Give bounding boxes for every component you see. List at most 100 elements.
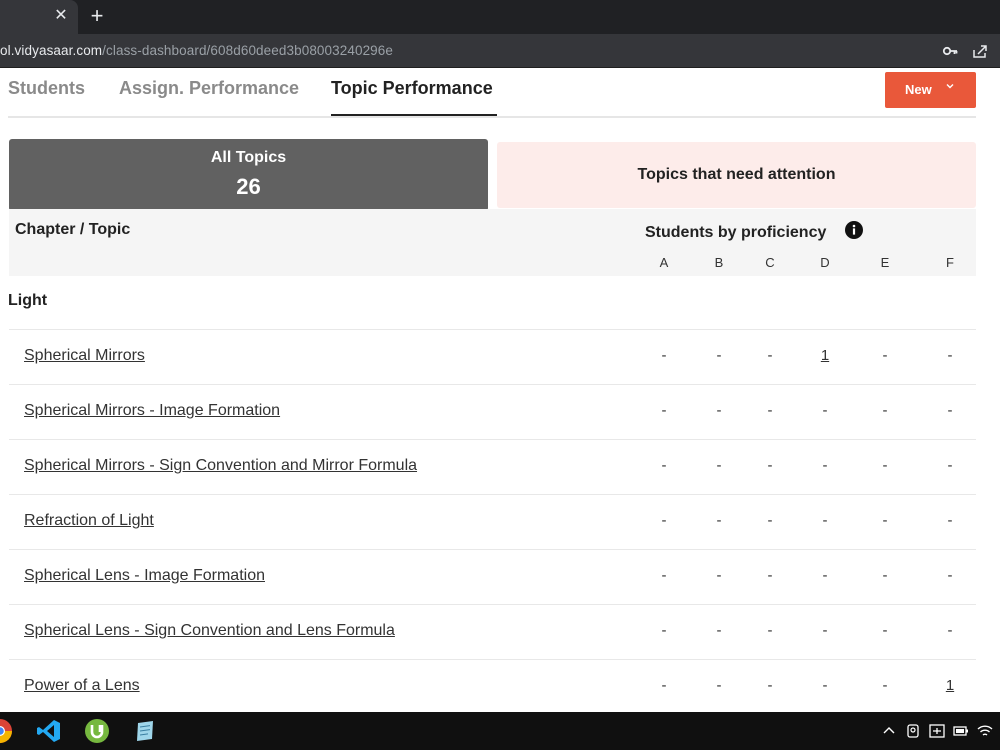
proficiency-cell-f: - [947, 512, 953, 529]
proficiency-cell-e: - [882, 512, 888, 529]
topic-link[interactable]: Spherical Mirrors [24, 347, 145, 365]
chrome-icon[interactable] [0, 717, 14, 745]
proficiency-cell-f[interactable]: 1 [940, 677, 960, 694]
new-button[interactable]: New [885, 72, 976, 108]
proficiency-cell-c: - [767, 567, 773, 584]
attention-label: Topics that need attention [637, 166, 836, 183]
address-bar: ol.vidyasaar.com/class-dashboard/608d60d… [0, 34, 1000, 68]
proficiency-cell-c: - [767, 512, 773, 529]
all-topics-label: All Topics [210, 149, 287, 166]
table-row: Refraction of Light - - - - - - [9, 494, 976, 549]
new-button-label: New [905, 82, 932, 97]
notepad-icon[interactable] [131, 717, 159, 745]
grade-header-a: A [659, 255, 669, 270]
new-tab-icon[interactable]: + [86, 4, 108, 28]
topic-link[interactable]: Spherical Lens - Sign Convention and Len… [24, 622, 395, 640]
proficiency-cell-b: - [716, 677, 722, 694]
key-icon[interactable] [942, 43, 958, 59]
proficiency-cell-f: - [947, 457, 953, 474]
all-topics-count: 26 [236, 174, 261, 199]
proficiency-cell-c: - [767, 402, 773, 419]
topic-link[interactable]: Spherical Mirrors - Sign Convention and … [24, 457, 417, 475]
topic-link[interactable]: Spherical Lens - Image Formation [24, 567, 265, 585]
grade-header-c: C [765, 255, 775, 270]
proficiency-cell-e: - [882, 622, 888, 639]
proficiency-cell-b: - [716, 512, 722, 529]
proficiency-cell-a: - [661, 512, 667, 529]
table-row: Spherical Lens - Sign Convention and Len… [9, 604, 976, 659]
proficiency-cell-e: - [882, 677, 888, 694]
url-field[interactable]: ol.vidyasaar.com/class-dashboard/608d60d… [0, 43, 393, 58]
tab-assign-performance[interactable]: Assign. Performance [119, 78, 299, 99]
dashboard-tabs: Students Assign. Performance Topic Perfo… [8, 68, 976, 118]
proficiency-cell-c: - [767, 347, 773, 364]
proficiency-cell-e: - [882, 457, 888, 474]
topic-link[interactable]: Power of a Lens [24, 677, 140, 695]
wifi-icon[interactable] [976, 722, 994, 740]
proficiency-cell-a: - [661, 457, 667, 474]
battery-icon[interactable] [952, 722, 970, 740]
table-row: Spherical Lens - Image Formation - - - - - - [9, 549, 976, 604]
proficiency-cell-e: - [882, 347, 888, 364]
defender-icon[interactable] [928, 722, 946, 740]
share-icon[interactable] [972, 43, 988, 59]
grade-header-b: B [714, 255, 724, 270]
topic-link[interactable]: Refraction of Light [24, 512, 154, 530]
proficiency-cell-c: - [767, 677, 773, 694]
active-tab-underline [331, 114, 497, 116]
utorrent-icon[interactable] [83, 717, 111, 745]
proficiency-cell-a: - [661, 677, 667, 694]
proficiency-cell-b: - [716, 622, 722, 639]
close-tab-icon[interactable]: ✕ [52, 6, 70, 26]
column-header-topic: Chapter / Topic [15, 221, 131, 238]
column-header-proficiency: Students by proficiency [645, 224, 827, 241]
table-row: Spherical Mirrors - - - 1 - - [9, 329, 976, 384]
url-path: /class-dashboard/608d60deed3b08003240296… [102, 43, 394, 58]
proficiency-cell-d: - [822, 402, 828, 419]
grade-header-d: D [820, 255, 830, 270]
proficiency-cell-d: - [822, 567, 828, 584]
proficiency-cell-e: - [882, 567, 888, 584]
meet-now-icon[interactable] [904, 722, 922, 740]
proficiency-cell-d[interactable]: 1 [815, 347, 835, 364]
tab-topic-performance[interactable]: Topic Performance [331, 78, 493, 99]
proficiency-cell-a: - [661, 622, 667, 639]
proficiency-cell-b: - [716, 347, 722, 364]
taskbar [0, 712, 1000, 750]
topic-link[interactable]: Spherical Mirrors - Image Formation [24, 402, 280, 420]
vscode-icon[interactable] [35, 717, 63, 745]
chapter-title: Light [8, 292, 48, 309]
proficiency-cell-c: - [767, 457, 773, 474]
table-header: Chapter / Topic Students by proficiency … [9, 209, 976, 276]
table-row: Power of a Lens - - - - - 1 [9, 659, 976, 712]
proficiency-cell-f: - [947, 567, 953, 584]
all-topics-card[interactable]: All Topics 26 [9, 139, 488, 220]
proficiency-cell-b: - [716, 402, 722, 419]
proficiency-cell-d: - [822, 677, 828, 694]
proficiency-cell-a: - [661, 567, 667, 584]
table-row: Spherical Mirrors - Image Formation - - - - -… [9, 384, 976, 439]
proficiency-cell-a: - [661, 402, 667, 419]
proficiency-cell-f: - [947, 347, 953, 364]
proficiency-cell-f: - [947, 402, 953, 419]
grade-header-e: E [880, 255, 890, 270]
proficiency-cell-f: - [947, 622, 953, 639]
table-row: Spherical Mirrors - Sign Convention and … [9, 439, 976, 494]
chevron-up-icon[interactable] [880, 722, 898, 740]
browser-tab-bar: ✕ + [0, 0, 1000, 34]
chevron-down-icon [946, 84, 954, 89]
info-icon[interactable] [845, 221, 863, 239]
proficiency-cell-b: - [716, 567, 722, 584]
grade-header-f: F [946, 255, 954, 270]
page-content: Students Assign. Performance Topic Perfo… [0, 68, 1000, 712]
proficiency-cell-d: - [822, 512, 828, 529]
attention-card[interactable]: Topics that need attention [497, 142, 976, 208]
browser-tab[interactable]: ✕ [0, 0, 78, 34]
url-host: ol.vidyasaar.com [0, 43, 103, 58]
proficiency-cell-a: - [661, 347, 667, 364]
proficiency-cell-e: - [882, 402, 888, 419]
tab-students[interactable]: Students [8, 78, 85, 99]
proficiency-cell-d: - [822, 622, 828, 639]
proficiency-cell-d: - [822, 457, 828, 474]
proficiency-cell-b: - [716, 457, 722, 474]
